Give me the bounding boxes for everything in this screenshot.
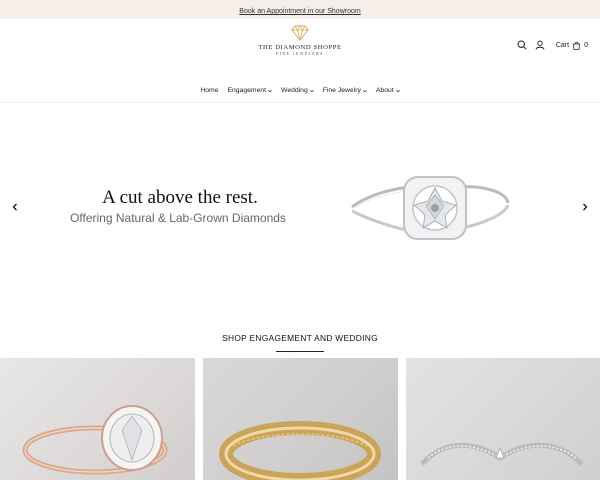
logo-brand-name: THE DIAMOND SHOPPE [258, 44, 342, 51]
nav-about-label: About [375, 87, 394, 94]
nav-item-fine-jewelry[interactable]: Fine Jewelry [323, 84, 367, 98]
nav-item-engagement[interactable]: Engagement [227, 84, 272, 98]
engagement-collection-tile[interactable] [0, 358, 195, 480]
nav-item-home[interactable]: Home [200, 84, 218, 98]
nav-fine-jewelry-label: Fine Jewelry [322, 87, 361, 94]
book-appointment-link[interactable]: Book an Appointment in our Showroom [239, 8, 360, 15]
wedding-collection-tile[interactable] [203, 358, 398, 480]
header-actions: Cart 0 [516, 38, 588, 52]
cart-button[interactable]: Cart 0 [556, 41, 588, 50]
nav-home-label: Home [200, 87, 219, 94]
rose-gold-ring-image [22, 405, 168, 475]
gold-band-image [219, 421, 381, 480]
user-icon[interactable] [534, 38, 546, 52]
chevron-left-icon[interactable] [9, 201, 21, 213]
logo-tagline: FINE JEWELERS [276, 52, 324, 56]
nav-engagement-label: Engagement [227, 87, 267, 94]
hero-title: A cut above the rest. [102, 187, 258, 208]
section-title: SHOP ENGAGEMENT AND WEDDING [222, 333, 378, 343]
diamond-icon [291, 25, 309, 41]
cart-label: Cart [555, 41, 570, 49]
hero-subtitle: Offering Natural & Lab-Grown Diamonds [70, 211, 286, 225]
main-navigation: Home Engagement Wedding Fine Jewelry Abo… [0, 84, 600, 98]
chevron-down-icon [309, 89, 314, 93]
announcement-bar: Book an Appointment in our Showroom [0, 0, 600, 19]
chevron-down-icon [268, 89, 272, 93]
hero-slideshow: A cut above the rest. Offering Natural &… [0, 103, 600, 325]
cart-count: 0 [584, 41, 588, 49]
fine-jewelry-collection-tile[interactable] [406, 358, 600, 480]
bag-icon [573, 41, 581, 50]
section-title-underline [276, 351, 324, 352]
chevron-down-icon [363, 89, 367, 93]
nav-item-about[interactable]: About [376, 84, 400, 98]
hero-ring-image [351, 176, 510, 240]
nav-wedding-label: Wedding [281, 87, 308, 94]
chevron-right-icon[interactable] [579, 201, 591, 213]
chevron-down-icon [395, 89, 400, 93]
white-gold-band-image [420, 442, 584, 466]
store-logo[interactable]: THE DIAMOND SHOPPE FINE JEWELERS [240, 25, 360, 67]
search-icon[interactable] [516, 38, 528, 52]
nav-item-wedding[interactable]: Wedding [281, 84, 314, 98]
